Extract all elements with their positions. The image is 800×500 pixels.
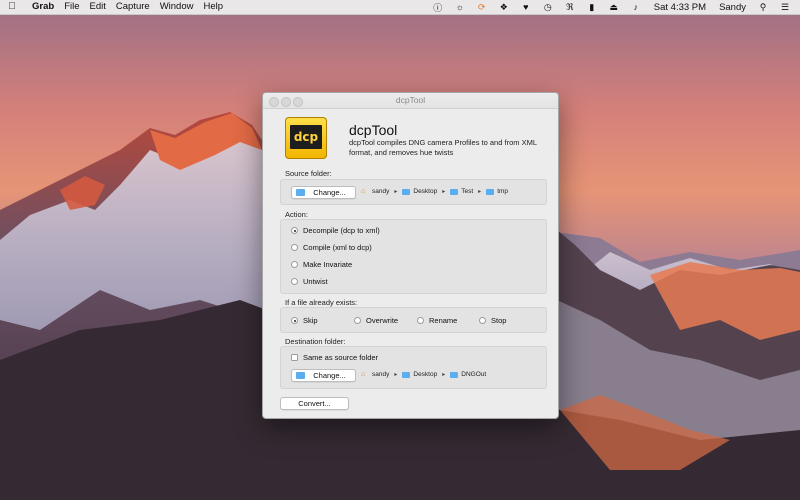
- file-exists-group: Skip Overwrite Rename Stop: [280, 307, 547, 333]
- path-item: Desktop: [413, 371, 438, 378]
- dcptool-window: dcpTool dcp dcpTool dcpTool compiles DNG…: [262, 92, 559, 419]
- search-icon[interactable]: ⚲: [756, 0, 770, 14]
- apple-icon[interactable]: : [0, 0, 24, 14]
- logo-text: dcp: [290, 125, 322, 149]
- chevron-right-icon: ▸: [394, 189, 398, 195]
- radio-label: Compile (xml to dcp): [303, 243, 372, 252]
- radio-button[interactable]: [354, 317, 361, 324]
- radio-label: Rename: [429, 316, 458, 325]
- radio-button[interactable]: [479, 317, 486, 324]
- path-item: tmp: [497, 188, 509, 195]
- folder-icon: [450, 188, 459, 195]
- info-icon[interactable]: ⓘ: [431, 0, 445, 14]
- destination-folder-label: Destination folder:: [285, 337, 346, 346]
- home-icon: ⌂: [361, 371, 366, 378]
- window-titlebar[interactable]: dcpTool: [263, 93, 558, 109]
- eject-icon[interactable]: ⏏: [607, 0, 621, 14]
- radio-label: Make Invariate: [303, 260, 353, 269]
- exists-option-rename[interactable]: Rename: [417, 316, 457, 325]
- source-change-label: Change...: [313, 188, 346, 197]
- status-area: ⓘ ☼ ⟳ ❖ ♥ ◷ ℜ ▮ ⏏ ♪ Sat 4:33 PM Sandy ⚲ …: [431, 0, 792, 14]
- same-as-source-checkbox-row[interactable]: Same as source folder: [291, 353, 378, 362]
- radio-button[interactable]: [417, 317, 424, 324]
- heart-icon[interactable]: ♥: [519, 0, 533, 14]
- path-item: sandy: [372, 188, 390, 195]
- radio-label: Untwist: [303, 277, 328, 286]
- menu-capture[interactable]: Capture: [111, 0, 155, 14]
- chevron-right-icon: ▸: [442, 189, 446, 195]
- action-group: Decompile (dcp to xml) Compile (xml to d…: [280, 219, 547, 294]
- menu-edit[interactable]: Edit: [85, 0, 111, 14]
- menu-user[interactable]: Sandy: [719, 2, 746, 13]
- exists-option-skip[interactable]: Skip: [291, 316, 318, 325]
- radio-label: Decompile (dcp to xml): [303, 226, 380, 235]
- headphones-icon[interactable]: ☼: [453, 0, 467, 14]
- action-option-invariate[interactable]: Make Invariate: [291, 260, 352, 269]
- source-path[interactable]: ⌂ sandy ▸ Desktop ▸ Test ▸ tmp: [361, 188, 508, 195]
- convert-button[interactable]: Convert...: [280, 397, 349, 410]
- zoom-button[interactable]: [293, 96, 303, 107]
- volume-icon[interactable]: ♪: [629, 0, 643, 14]
- menu-app-name[interactable]: Grab: [24, 0, 59, 14]
- list-icon[interactable]: ☰: [778, 0, 792, 14]
- path-item: DNGOut: [461, 371, 487, 378]
- chevron-right-icon: ▸: [478, 189, 482, 195]
- source-folder-label: Source folder:: [285, 169, 332, 178]
- folder-icon: [402, 371, 411, 378]
- close-button[interactable]: [269, 96, 279, 107]
- radio-label: Stop: [491, 316, 507, 325]
- folder-icon: [296, 189, 305, 196]
- time-machine-icon[interactable]: ◷: [541, 0, 555, 14]
- action-label: Action:: [285, 210, 308, 219]
- exists-option-stop[interactable]: Stop: [479, 316, 506, 325]
- radio-button[interactable]: [291, 261, 298, 268]
- radio-button[interactable]: [291, 278, 298, 285]
- sync-icon[interactable]: ⟳: [475, 0, 489, 14]
- menu-bar:  Grab File Edit Capture Window Help ⓘ ☼…: [0, 0, 800, 15]
- source-change-button[interactable]: Change...: [291, 186, 356, 199]
- app-title: dcpTool: [349, 122, 398, 138]
- exists-option-overwrite[interactable]: Overwrite: [354, 316, 398, 325]
- radio-button[interactable]: [291, 317, 298, 324]
- destination-path[interactable]: ⌂ sandy ▸ Desktop ▸ DNGOut: [361, 371, 486, 378]
- same-as-source-checkbox[interactable]: [291, 354, 298, 361]
- chevron-right-icon: ▸: [442, 372, 446, 378]
- action-option-compile[interactable]: Compile (xml to dcp): [291, 243, 372, 252]
- folder-icon: [402, 188, 411, 195]
- action-option-untwist[interactable]: Untwist: [291, 277, 328, 286]
- checkbox-label: Same as source folder: [303, 353, 379, 362]
- file-exists-label: If a file already exists:: [285, 298, 358, 307]
- path-item: Test: [461, 188, 474, 195]
- battery-icon[interactable]: ▮: [585, 0, 599, 14]
- path-item: Desktop: [413, 188, 438, 195]
- radio-button[interactable]: [291, 227, 298, 234]
- radio-label: Skip: [303, 316, 318, 325]
- menu-window[interactable]: Window: [155, 0, 199, 14]
- destination-folder-group: Same as source folder Change... ⌂ sandy …: [280, 346, 547, 389]
- radio-label: Overwrite: [366, 316, 399, 325]
- home-icon: ⌂: [361, 188, 366, 195]
- bluetooth-icon[interactable]: ℜ: [563, 0, 577, 14]
- folder-icon: [450, 371, 459, 378]
- folder-icon: [486, 188, 495, 195]
- window-title: dcpTool: [395, 95, 426, 105]
- app-description: dcpTool compiles DNG camera Profiles to …: [349, 138, 537, 157]
- minimize-button[interactable]: [281, 96, 291, 107]
- path-item: sandy: [372, 371, 390, 378]
- folder-icon: [296, 372, 305, 379]
- destination-change-label: Change...: [313, 371, 346, 380]
- dropbox-icon[interactable]: ❖: [497, 0, 511, 14]
- action-option-decompile[interactable]: Decompile (dcp to xml): [291, 226, 380, 235]
- app-logo-icon: dcp: [285, 117, 327, 159]
- menu-clock[interactable]: Sat 4:33 PM: [654, 2, 706, 13]
- chevron-right-icon: ▸: [394, 372, 398, 378]
- source-folder-group: Change... ⌂ sandy ▸ Desktop ▸ Test ▸ tmp: [280, 179, 547, 205]
- destination-change-button[interactable]: Change...: [291, 369, 356, 382]
- radio-button[interactable]: [291, 244, 298, 251]
- menu-file[interactable]: File: [59, 0, 84, 14]
- menu-help[interactable]: Help: [198, 0, 228, 14]
